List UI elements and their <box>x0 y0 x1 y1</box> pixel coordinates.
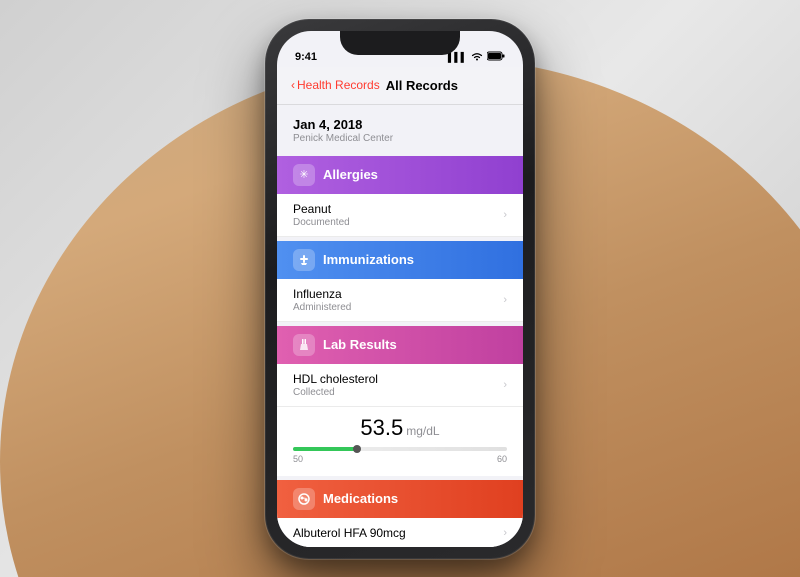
nav-title: All Records <box>386 78 458 93</box>
status-icons: ▌▌▌ <box>448 51 505 63</box>
nav-bar: ‹ Health Records All Records <box>277 67 523 105</box>
allergy-chevron-icon: › <box>503 209 507 221</box>
immunization-influenza-subtitle: Administered <box>293 302 351 313</box>
date-header: Jan 4, 2018 Penick Medical Center <box>277 105 523 152</box>
provider-text: Penick Medical Center <box>293 133 507 144</box>
scroll-content[interactable]: Jan 4, 2018 Penick Medical Center ✳ Alle… <box>277 105 523 547</box>
immunization-chevron-icon: › <box>503 294 507 306</box>
back-chevron-icon: ‹ <box>291 78 295 92</box>
allergies-label: Allergies <box>323 167 378 182</box>
back-label: Health Records <box>297 78 380 92</box>
immunization-influenza-content: Influenza Administered <box>293 287 351 313</box>
range-dot <box>353 445 361 453</box>
lab-unit: mg/dL <box>406 424 439 438</box>
section-header-medications: Medications <box>277 480 523 518</box>
lab-results-icon <box>293 334 315 356</box>
range-low-label: 50 <box>293 454 303 464</box>
lab-hdl-title: HDL cholesterol <box>293 372 378 386</box>
allergy-peanut-subtitle: Documented <box>293 217 350 228</box>
range-bar-container: 50 60 <box>293 447 507 464</box>
battery-icon <box>487 51 505 63</box>
lab-hdl-content: HDL cholesterol Collected <box>293 372 378 398</box>
status-time: 9:41 <box>295 51 317 63</box>
lab-chart: 53.5mg/dL 50 60 <box>277 407 523 476</box>
range-high-label: 60 <box>497 454 507 464</box>
notch <box>340 31 460 55</box>
back-button[interactable]: ‹ Health Records <box>291 78 380 92</box>
range-bar <box>293 447 507 451</box>
immunization-influenza-item[interactable]: Influenza Administered › <box>277 279 523 322</box>
medication-albuterol-title: Albuterol HFA 90mcg <box>293 526 406 540</box>
medication-albuterol-item[interactable]: Albuterol HFA 90mcg › <box>277 518 523 547</box>
range-labels: 50 60 <box>293 454 507 464</box>
medication-albuterol-content: Albuterol HFA 90mcg <box>293 526 406 540</box>
lab-value: 53.5 <box>360 415 403 440</box>
lab-hdl-subtitle: Collected <box>293 387 378 398</box>
lab-chevron-icon: › <box>503 379 507 391</box>
allergy-peanut-item[interactable]: Peanut Documented › <box>277 194 523 237</box>
section-header-lab-results: Lab Results <box>277 326 523 364</box>
immunizations-icon <box>293 249 315 271</box>
phone-screen: 9:41 ▌▌▌ <box>277 31 523 547</box>
scene: 9:41 ▌▌▌ <box>0 0 800 577</box>
section-header-allergies: ✳ Allergies <box>277 156 523 194</box>
lab-hdl-item[interactable]: HDL cholesterol Collected › <box>277 364 523 407</box>
allergy-peanut-title: Peanut <box>293 202 350 216</box>
section-header-immunizations: Immunizations <box>277 241 523 279</box>
lab-results-label: Lab Results <box>323 337 397 352</box>
lab-value-container: 53.5mg/dL <box>293 415 507 441</box>
medication-chevron-icon: › <box>503 527 507 539</box>
immunizations-label: Immunizations <box>323 252 414 267</box>
wifi-icon <box>471 51 483 63</box>
allergies-icon: ✳ <box>293 164 315 186</box>
range-bar-fill <box>293 447 357 451</box>
medications-label: Medications <box>323 491 398 506</box>
immunization-influenza-title: Influenza <box>293 287 351 301</box>
date-text: Jan 4, 2018 <box>293 117 507 132</box>
allergy-peanut-content: Peanut Documented <box>293 202 350 228</box>
phone: 9:41 ▌▌▌ <box>265 19 535 559</box>
medications-icon <box>293 488 315 510</box>
signal-icon: ▌▌▌ <box>448 52 467 62</box>
